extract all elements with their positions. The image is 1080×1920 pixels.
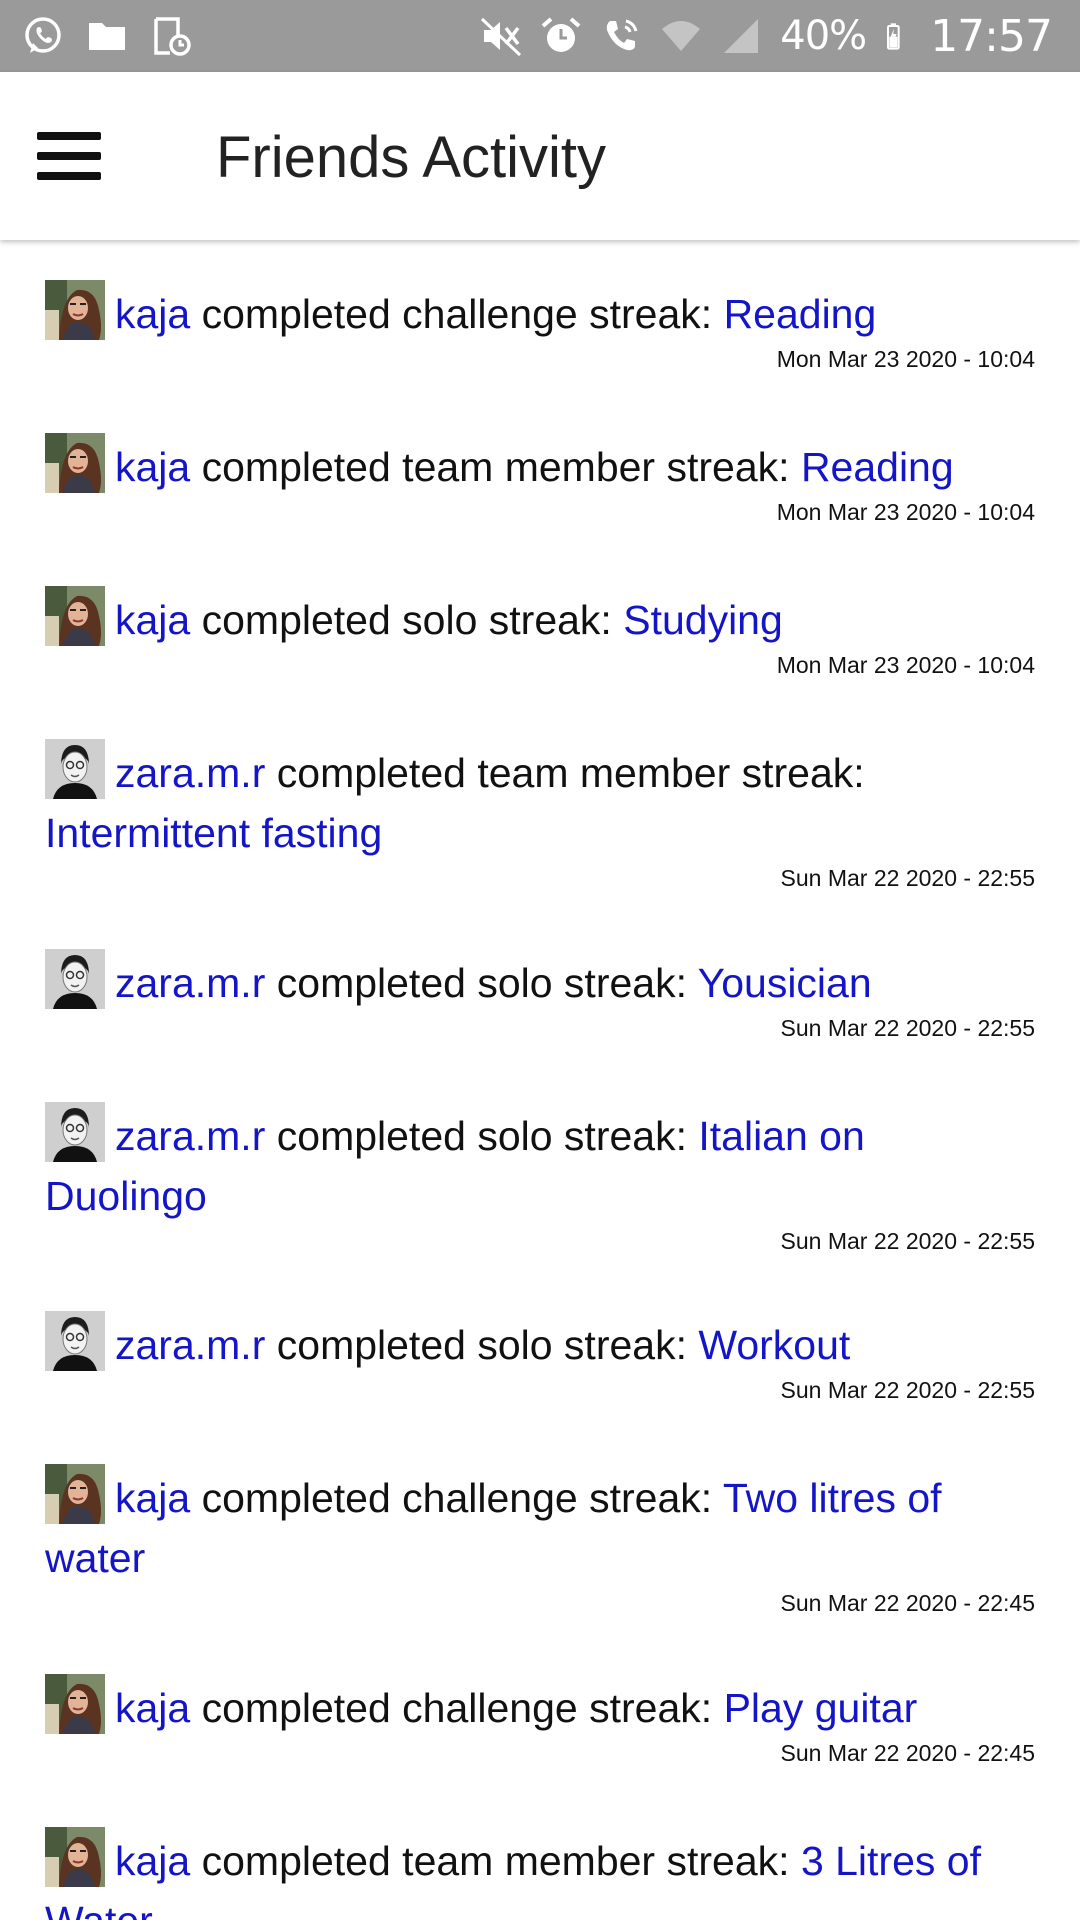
feed-item: kaja completed team member streak: 3 Lit… <box>45 1827 1035 1920</box>
signal-icon <box>724 19 759 53</box>
hamburger-menu-icon[interactable] <box>37 132 101 180</box>
timestamp: Mon Mar 23 2020 - 10:04 <box>776 652 1035 678</box>
activity-text: kaja completed challenge streak: Two lit… <box>45 1464 1035 1588</box>
avatar[interactable] <box>45 1674 105 1734</box>
username-link[interactable]: zara.m.r <box>115 960 265 1006</box>
feed-item: zara.m.r completed team member streak: I… <box>45 739 1035 893</box>
username-link[interactable]: zara.m.r <box>115 1113 265 1159</box>
wifi-call-icon <box>607 19 638 51</box>
avatar[interactable] <box>45 280 105 340</box>
battery-percent: 40% <box>780 13 867 59</box>
username-link[interactable]: kaja <box>115 1475 190 1521</box>
activity-text: kaja completed challenge streak: Play gu… <box>45 1674 1035 1738</box>
feed-item: kaja completed challenge streak: Two lit… <box>45 1464 1035 1618</box>
clock: 17:57 <box>930 10 1053 62</box>
mute-icon <box>481 17 522 57</box>
username-link[interactable]: zara.m.r <box>115 1322 265 1368</box>
streak-link[interactable]: Studying <box>623 597 783 643</box>
username-link[interactable]: kaja <box>115 1838 190 1884</box>
activity-text: zara.m.r completed solo streak: Italian … <box>45 1102 1035 1226</box>
username-link[interactable]: kaja <box>115 597 190 643</box>
streak-link[interactable]: Intermittent fasting <box>45 810 382 856</box>
streak-link[interactable]: Workout <box>698 1322 850 1368</box>
feed-item: zara.m.r completed solo streak: Italian … <box>45 1102 1035 1256</box>
username-link[interactable]: kaja <box>115 291 190 337</box>
activity-action: completed challenge streak: <box>201 1475 713 1521</box>
activity-action: completed team member streak: <box>201 1838 790 1884</box>
timestamp: Sun Mar 22 2020 - 22:55 <box>780 1377 1035 1403</box>
timestamp: Mon Mar 23 2020 - 10:04 <box>776 346 1035 372</box>
activity-text: kaja completed team member streak: Readi… <box>45 433 1035 497</box>
timestamp: Sun Mar 22 2020 - 22:45 <box>780 1740 1035 1766</box>
status-right-icons: 40% 17:57 <box>480 10 1053 62</box>
activity-text: zara.m.r completed team member streak: I… <box>45 739 1035 863</box>
document-clock-icon <box>154 17 191 56</box>
username-link[interactable]: kaja <box>115 1685 190 1731</box>
activity-action: completed solo streak: <box>276 960 687 1006</box>
activity-action: completed team member streak: <box>276 750 865 796</box>
menu-bar-line <box>37 132 101 140</box>
feed-item: zara.m.r completed solo streak: Workout S… <box>45 1311 1035 1405</box>
folder-icon <box>89 23 125 50</box>
timestamp: Sun Mar 22 2020 - 22:55 <box>780 865 1035 891</box>
activity-text: kaja completed challenge streak: Reading <box>45 280 1035 344</box>
menu-bar-line <box>37 172 101 180</box>
status-bar: 40% 17:57 <box>0 0 1080 72</box>
battery-icon <box>887 23 900 50</box>
avatar[interactable] <box>45 1464 105 1524</box>
activity-text: kaja completed team member streak: 3 Lit… <box>45 1827 1035 1920</box>
streak-link[interactable]: Play guitar <box>724 1685 918 1731</box>
avatar[interactable] <box>45 1827 105 1887</box>
whatsapp-icon <box>25 17 61 53</box>
feed-item: kaja completed challenge streak: Play gu… <box>45 1674 1035 1768</box>
activity-feed[interactable]: kaja completed challenge streak: Reading… <box>0 240 1080 1920</box>
activity-action: completed challenge streak: <box>201 1685 713 1731</box>
avatar[interactable] <box>45 433 105 493</box>
activity-action: completed solo streak: <box>276 1322 687 1368</box>
streak-link[interactable]: Reading <box>724 291 877 337</box>
alarm-icon <box>541 17 581 52</box>
status-left-icons <box>22 15 192 57</box>
app-bar: Friends Activity <box>0 72 1080 240</box>
activity-text: zara.m.r completed solo streak: Workout <box>45 1311 1035 1375</box>
page-title: Friends Activity <box>216 125 606 190</box>
feed-item: kaja completed team member streak: Readi… <box>45 433 1035 527</box>
activity-text: kaja completed solo streak: Studying <box>45 586 1035 650</box>
feed-item: kaja completed solo streak: Studying Mon … <box>45 586 1035 680</box>
streak-link[interactable]: Yousician <box>698 960 872 1006</box>
wifi-icon <box>662 21 701 51</box>
avatar[interactable] <box>45 949 105 1009</box>
timestamp: Sun Mar 22 2020 - 22:55 <box>780 1015 1035 1041</box>
activity-text: zara.m.r completed solo streak: Yousicia… <box>45 949 1035 1013</box>
activity-action: completed solo streak: <box>201 597 612 643</box>
avatar[interactable] <box>45 1311 105 1371</box>
feed-item: zara.m.r completed solo streak: Yousicia… <box>45 949 1035 1043</box>
timestamp: Mon Mar 23 2020 - 10:04 <box>776 499 1035 525</box>
timestamp: Sun Mar 22 2020 - 22:55 <box>780 1228 1035 1254</box>
avatar[interactable] <box>45 586 105 646</box>
avatar[interactable] <box>45 739 105 799</box>
feed-item: kaja completed challenge streak: Reading… <box>45 280 1035 374</box>
username-link[interactable]: kaja <box>115 444 190 490</box>
timestamp: Sun Mar 22 2020 - 22:45 <box>780 1590 1035 1616</box>
username-link[interactable]: zara.m.r <box>115 750 265 796</box>
activity-action: completed challenge streak: <box>201 291 713 337</box>
activity-action: completed solo streak: <box>276 1113 687 1159</box>
streak-link[interactable]: Reading <box>801 444 954 490</box>
activity-action: completed team member streak: <box>201 444 790 490</box>
avatar[interactable] <box>45 1102 105 1162</box>
menu-bar-line <box>37 152 101 160</box>
